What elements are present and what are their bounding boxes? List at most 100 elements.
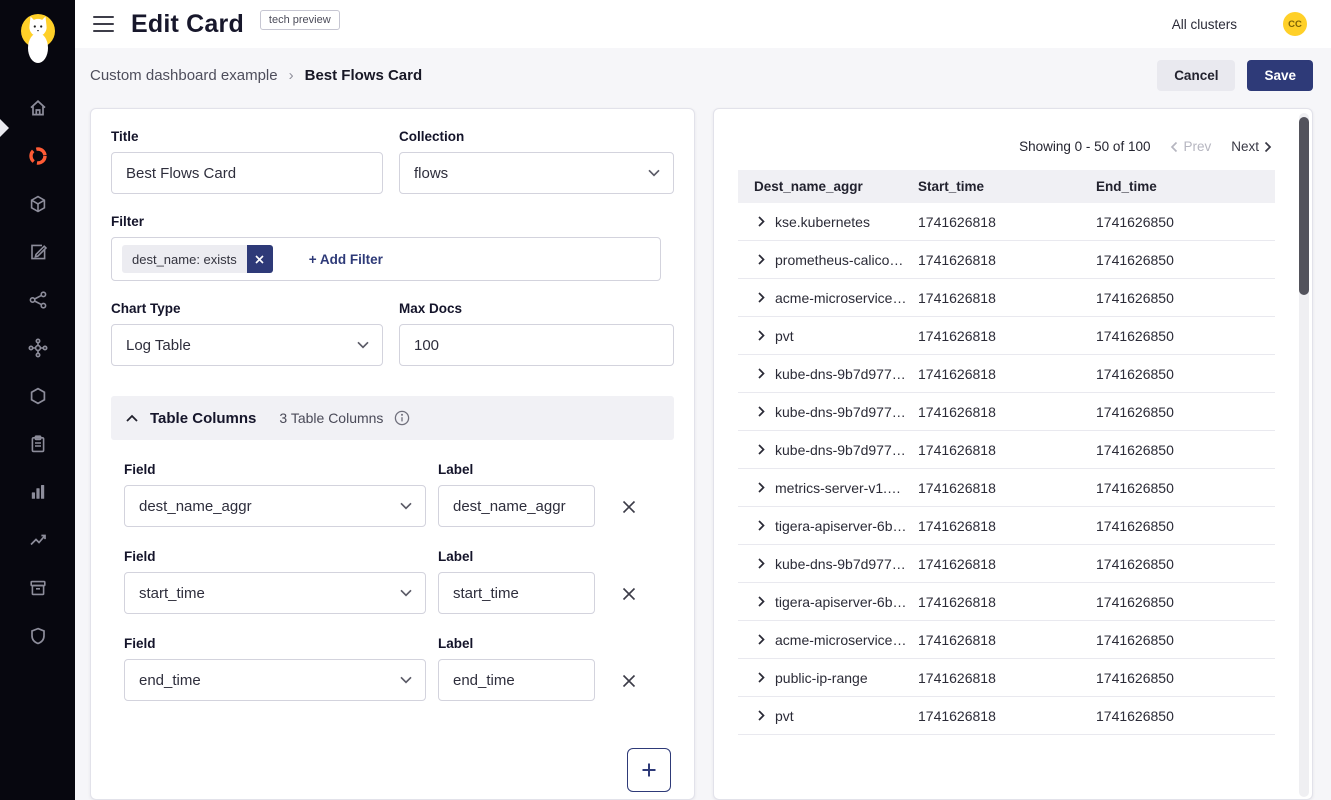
- menu-toggle-button[interactable]: [93, 16, 114, 32]
- field-select-start-time[interactable]: start_time: [124, 572, 426, 614]
- table-row[interactable]: kube-dns-9b7d977f… 1741626818 1741626850: [738, 355, 1275, 393]
- sidebar-item-trends[interactable]: [0, 518, 75, 566]
- column-header-end-time: End_time: [1096, 179, 1275, 194]
- table-row[interactable]: kube-dns-9b7d977f… 1741626818 1741626850: [738, 393, 1275, 431]
- expand-row-icon[interactable]: [758, 406, 765, 417]
- table-row[interactable]: public-ip-range 1741626818 1741626850: [738, 659, 1275, 697]
- expand-row-icon[interactable]: [758, 444, 765, 455]
- label-label: Label: [438, 636, 595, 651]
- table-row[interactable]: acme-microservice… 1741626818 1741626850: [738, 279, 1275, 317]
- sidebar-item-policies[interactable]: [0, 230, 75, 278]
- start-time-cell: 1741626818: [918, 404, 1096, 420]
- breadcrumb-parent[interactable]: Custom dashboard example: [90, 67, 278, 84]
- preview-scrollbar-track[interactable]: [1299, 113, 1309, 797]
- expand-row-icon[interactable]: [758, 596, 765, 607]
- avatar[interactable]: CC: [1283, 12, 1307, 36]
- add-column-button[interactable]: [627, 748, 671, 792]
- remove-filter-button[interactable]: [247, 245, 273, 273]
- sidebar-item-connections[interactable]: [0, 326, 75, 374]
- chevron-down-icon: [648, 169, 660, 177]
- add-filter-button[interactable]: + Add Filter: [309, 252, 383, 267]
- table-row[interactable]: tigera-apiserver-6b… 1741626818 17416268…: [738, 583, 1275, 621]
- start-time-cell: 1741626818: [918, 290, 1096, 306]
- table-row[interactable]: acme-microservice… 1741626818 1741626850: [738, 621, 1275, 659]
- next-page-button[interactable]: Next: [1231, 139, 1272, 154]
- prev-page-button[interactable]: Prev: [1170, 139, 1211, 154]
- expand-row-icon[interactable]: [758, 254, 765, 265]
- card-editor-panel: Title Collection flows Filter dest_name:…: [90, 108, 695, 800]
- sidebar-item-reports[interactable]: [0, 470, 75, 518]
- field-select-dest-name-aggr[interactable]: dest_name_aggr: [124, 485, 426, 527]
- label-input-start-time[interactable]: [438, 572, 595, 614]
- sidebar-item-home[interactable]: [0, 86, 75, 134]
- start-time-cell: 1741626818: [918, 480, 1096, 496]
- preview-scrollbar-thumb[interactable]: [1299, 117, 1309, 295]
- max-docs-input[interactable]: [399, 324, 674, 366]
- end-time-cell: 1741626850: [1096, 290, 1275, 306]
- chevron-down-icon: [400, 589, 412, 597]
- table-row[interactable]: prometheus-calico… 1741626818 1741626850: [738, 241, 1275, 279]
- breadcrumb-current: Best Flows Card: [305, 67, 423, 84]
- sidebar-item-storage[interactable]: [0, 566, 75, 614]
- reports-icon: [28, 482, 48, 507]
- filter-box[interactable]: dest_name: exists + Add Filter: [111, 237, 661, 281]
- info-icon[interactable]: [394, 410, 410, 426]
- page-actions: Cancel Save: [1157, 60, 1313, 91]
- active-nav-indicator: [0, 119, 9, 137]
- sidebar-item-service-graph[interactable]: [0, 134, 75, 182]
- remove-column-button[interactable]: [621, 673, 637, 689]
- endpoints-icon: [28, 194, 48, 219]
- expand-row-icon[interactable]: [758, 330, 765, 341]
- sidebar-item-clusters[interactable]: [0, 374, 75, 422]
- calico-cat-logo[interactable]: [14, 10, 62, 66]
- close-icon: [621, 586, 637, 602]
- sidebar-item-compliance[interactable]: [0, 422, 75, 470]
- label-input-dest-name-aggr[interactable]: [438, 485, 595, 527]
- expand-row-icon[interactable]: [758, 634, 765, 645]
- chart-type-select[interactable]: Log Table: [111, 324, 383, 366]
- table-row[interactable]: kse.kubernetes 1741626818 1741626850: [738, 203, 1275, 241]
- sidebar-item-endpoints[interactable]: [0, 182, 75, 230]
- field-label: Field: [124, 636, 426, 651]
- cancel-button[interactable]: Cancel: [1157, 60, 1235, 91]
- table-row[interactable]: pvt 1741626818 1741626850: [738, 697, 1275, 735]
- expand-row-icon[interactable]: [758, 672, 765, 683]
- end-time-cell: 1741626850: [1096, 556, 1275, 572]
- start-time-cell: 1741626818: [918, 632, 1096, 648]
- end-time-cell: 1741626850: [1096, 214, 1275, 230]
- collection-select[interactable]: flows: [399, 152, 674, 194]
- plus-icon: [641, 762, 657, 778]
- expand-row-icon[interactable]: [758, 368, 765, 379]
- sidebar-item-network-sets[interactable]: [0, 278, 75, 326]
- title-input[interactable]: [111, 152, 383, 194]
- table-row[interactable]: tigera-apiserver-6b… 1741626818 17416268…: [738, 507, 1275, 545]
- table-row[interactable]: kube-dns-9b7d977f… 1741626818 1741626850: [738, 545, 1275, 583]
- start-time-cell: 1741626818: [918, 328, 1096, 344]
- table-row[interactable]: metrics-server-v1.3… 1741626818 17416268…: [738, 469, 1275, 507]
- field-select-end-time[interactable]: end_time: [124, 659, 426, 701]
- remove-column-button[interactable]: [621, 499, 637, 515]
- dest-name-cell: kube-dns-9b7d977f…: [775, 404, 907, 420]
- table-columns-section-header[interactable]: Table Columns 3 Table Columns: [111, 396, 674, 440]
- dest-name-cell: acme-microservice…: [775, 632, 906, 648]
- dest-name-cell: kube-dns-9b7d977f…: [775, 366, 907, 382]
- end-time-cell: 1741626850: [1096, 442, 1275, 458]
- expand-row-icon[interactable]: [758, 292, 765, 303]
- sidebar-item-security[interactable]: [0, 614, 75, 662]
- expand-row-icon[interactable]: [758, 482, 765, 493]
- field-label: Field: [124, 462, 426, 477]
- expand-row-icon[interactable]: [758, 520, 765, 531]
- cluster-selector[interactable]: All clusters: [1172, 17, 1237, 32]
- table-row[interactable]: kube-dns-9b7d977f… 1741626818 1741626850: [738, 431, 1275, 469]
- policies-icon: [28, 242, 48, 267]
- table-row[interactable]: pvt 1741626818 1741626850: [738, 317, 1275, 355]
- expand-row-icon[interactable]: [758, 558, 765, 569]
- save-button[interactable]: Save: [1247, 60, 1313, 91]
- remove-column-button[interactable]: [621, 586, 637, 602]
- expand-row-icon[interactable]: [758, 710, 765, 721]
- field-label: Field: [124, 549, 426, 564]
- table-columns-count: 3 Table Columns: [279, 410, 383, 426]
- max-docs-label: Max Docs: [399, 301, 674, 316]
- expand-row-icon[interactable]: [758, 216, 765, 227]
- label-input-end-time[interactable]: [438, 659, 595, 701]
